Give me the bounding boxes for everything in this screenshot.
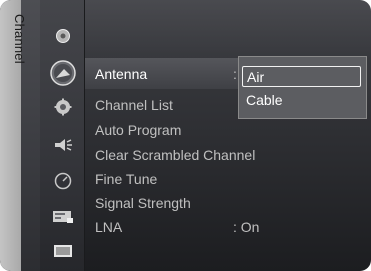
display-icon[interactable]	[53, 244, 73, 258]
side-label-column: Channel	[0, 0, 40, 271]
menu-item-antenna[interactable]: Antenna	[95, 66, 147, 82]
sound-icon[interactable]	[53, 138, 73, 152]
menu-item-channel-list[interactable]: Channel List	[95, 97, 173, 113]
input-icon[interactable]	[55, 28, 71, 44]
panel-glow	[85, 0, 371, 60]
channel-icon[interactable]	[49, 60, 76, 86]
tv-menu-panel: Channel Antenna: Channel List Auto Prog…	[0, 0, 371, 271]
menu-item-auto-program[interactable]: Auto Program	[95, 122, 181, 138]
setup-icon[interactable]	[54, 98, 72, 116]
menu-category-title: Channel	[12, 14, 27, 64]
antenna-options-popup: Air Cable	[238, 56, 367, 119]
picture-icon[interactable]	[52, 210, 74, 224]
option-air[interactable]: Air	[242, 66, 361, 87]
clock-icon[interactable]	[54, 172, 72, 190]
option-cable[interactable]: Cable	[242, 90, 361, 111]
menu-item-clear-scrambled-channel[interactable]: Clear Scrambled Channel	[95, 147, 255, 163]
menu-item-signal-strength[interactable]: Signal Strength	[95, 195, 191, 211]
lna-value: : On	[233, 219, 260, 235]
menu-item-fine-tune[interactable]: Fine Tune	[95, 171, 157, 187]
category-icon-column	[40, 0, 85, 271]
menu-item-lna[interactable]: LNA	[95, 219, 122, 235]
antenna-value-separator: :	[233, 66, 237, 82]
